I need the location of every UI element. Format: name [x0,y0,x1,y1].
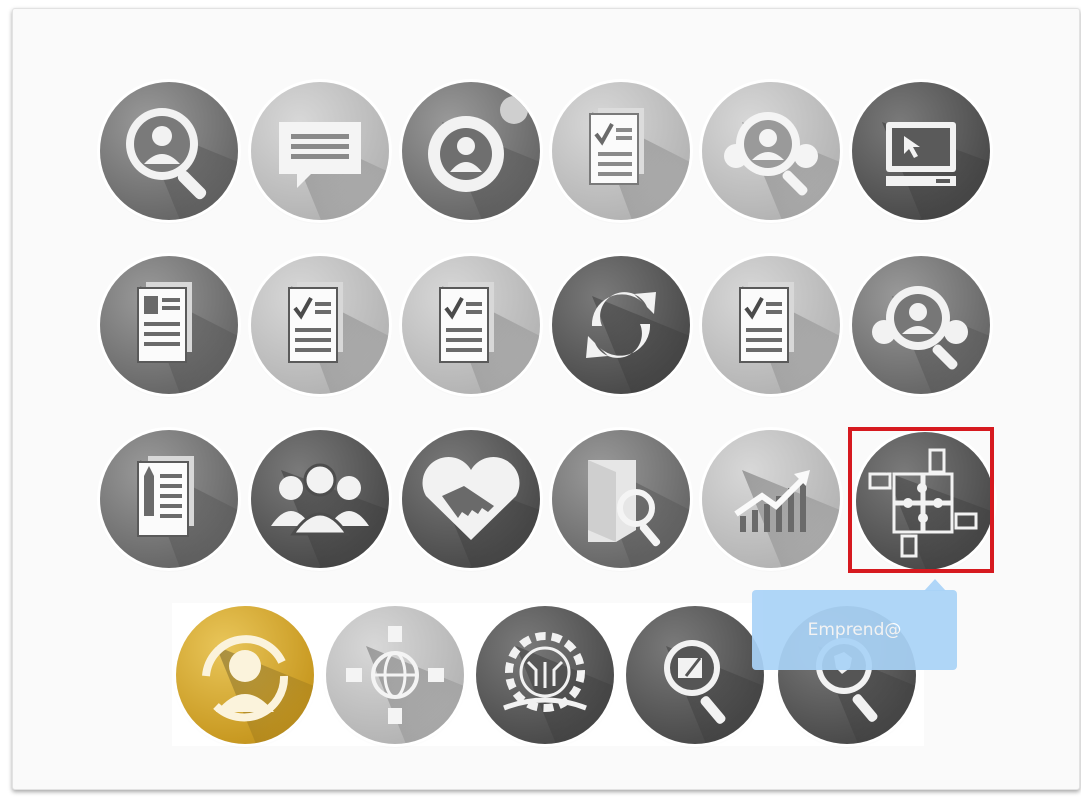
checklist-document-icon[interactable] [552,82,690,220]
innovation-gear-icon[interactable] [476,606,614,744]
global-network-hands-icon[interactable] [326,606,464,744]
user-rotate-icon[interactable] [176,606,314,744]
refresh-sync-icon[interactable] [552,256,690,394]
checklist-document-icon[interactable] [702,256,840,394]
people-search-icon[interactable] [702,82,840,220]
checklist-document-icon[interactable] [251,256,389,394]
search-edit-icon[interactable] [626,606,764,744]
person-search-icon[interactable] [100,82,238,220]
tooltip: Emprend@ [752,590,957,670]
chat-message-icon[interactable] [251,82,389,220]
handshake-heart-icon[interactable] [402,430,540,568]
document-pages-icon[interactable] [100,256,238,394]
selected-icon-highlight [848,427,994,573]
document-pencil-icon[interactable] [100,430,238,568]
tooltip-label: Emprend@ [807,620,902,640]
user-settings-gear-icon[interactable] [402,82,540,220]
people-search-icon[interactable] [852,256,990,394]
growth-chart-icon[interactable] [702,430,840,568]
checklist-document-icon[interactable] [402,256,540,394]
group-people-icon[interactable] [251,430,389,568]
computer-cursor-icon[interactable] [852,82,990,220]
folder-search-icon[interactable] [552,430,690,568]
